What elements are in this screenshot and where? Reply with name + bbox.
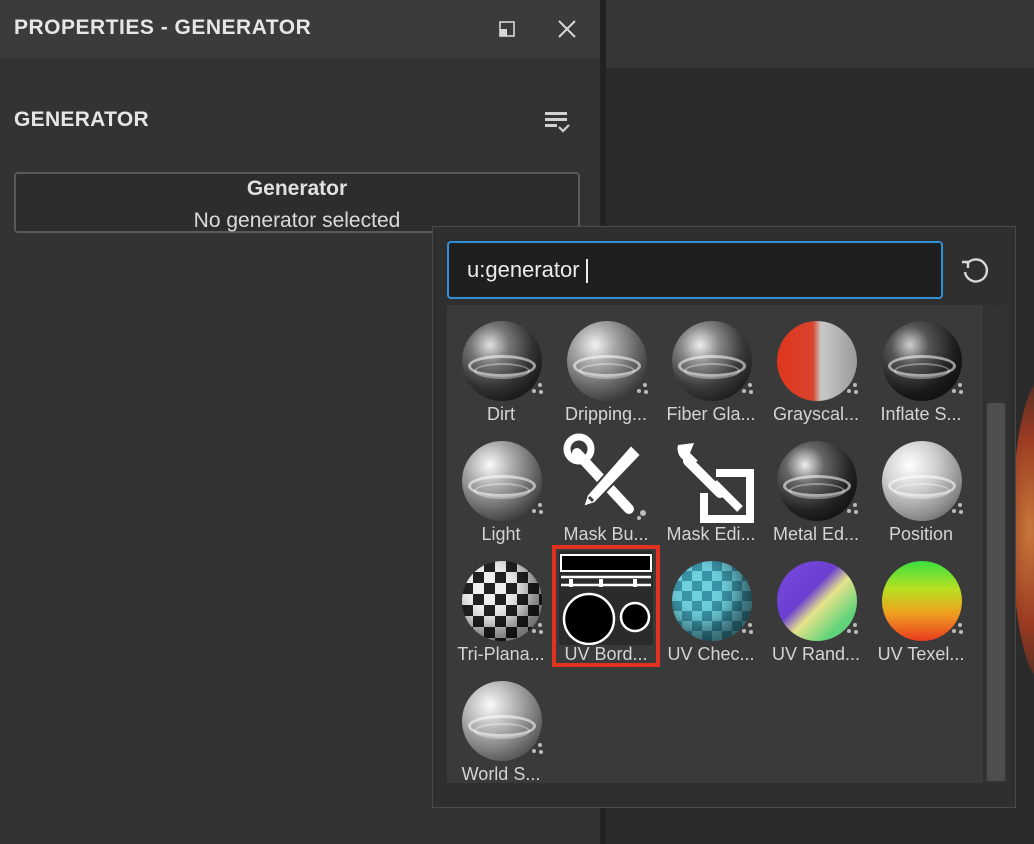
generator-badge-icon [952,383,964,395]
panel-header: PROPERTIES - GENERATOR [0,0,600,58]
restore-button[interactable] [492,14,522,44]
generator-badge-icon [532,383,544,395]
generator-tile-label: UV Chec... [667,644,755,664]
generator-badge-icon [637,383,649,395]
generator-tile-label: UV Rand... [771,644,861,664]
generator-badge-icon [847,383,859,395]
uv-border-icon [559,551,653,646]
generator-tile-label: Dripping... [564,404,648,424]
search-value: u:generator [467,257,580,282]
search-input[interactable]: u:generator [447,241,943,299]
generator-thumbnail [454,431,548,525]
generator-thumbnail [454,671,548,765]
generator-thumbnail [559,311,653,405]
mask-builder-icon [563,433,646,520]
close-icon [558,20,576,38]
generator-tile-dripping[interactable]: Dripping... [554,307,658,425]
generator-tile-label: UV Texel... [877,644,965,664]
refresh-button[interactable] [957,253,993,289]
refresh-icon [962,258,989,283]
generator-tile-label: Mask Edi... [666,524,756,544]
generator-tile-label: Fiber Gla... [666,404,756,424]
material-sphere [777,561,857,641]
sphere-ring [894,363,950,379]
generator-tile-uvborder[interactable]: UV Bord... [552,545,660,667]
generator-tile-light[interactable]: Light [449,427,553,545]
generator-badge-icon [847,503,859,515]
generator-tile-label: Position [888,524,954,544]
generator-thumbnail [874,311,968,405]
restore-icon [499,21,515,37]
generator-tile-position[interactable]: Position [869,427,973,545]
scrollbar[interactable] [985,305,1007,783]
material-sphere [672,561,752,641]
generator-thumbnail [664,311,758,405]
section-menu-button[interactable] [538,104,576,140]
generator-thumbnail [769,311,863,405]
generator-tile-label: Inflate S... [880,404,962,424]
generator-badge-icon [847,623,859,635]
generator-field[interactable]: Generator No generator selected [14,172,580,233]
generator-badge-icon [952,623,964,635]
sphere-ring [789,483,845,499]
generator-tile-label: Metal Ed... [772,524,860,544]
sphere-ring [579,363,635,379]
generator-tile-label: UV Bord... [564,644,648,664]
generator-badge-icon [742,383,754,395]
scrollbar-thumb[interactable] [987,403,1005,781]
generator-badge-icon [532,623,544,635]
viewport-toolbar [606,0,1034,68]
generator-thumbnail [769,431,863,525]
generator-tile-grayscale[interactable]: Grayscal... [764,307,868,425]
sphere-ring [684,363,740,379]
generator-tile-uvrandom[interactable]: UV Rand... [764,547,868,665]
generator-tile-label: World S... [461,764,541,783]
generator-tile-label: Light [481,524,521,544]
generator-tile-label: Mask Bu... [563,524,649,544]
generator-badge-icon [952,503,964,515]
close-button[interactable] [552,14,582,44]
generator-thumbnail [454,311,548,405]
generator-tile-label: Dirt [487,404,515,424]
generator-tile-dirt[interactable]: Dirt [449,307,553,425]
generator-tile-metal[interactable]: Metal Ed... [764,427,868,545]
generator-thumbnail [559,551,653,646]
list-menu-icon [545,112,570,133]
panel-title: PROPERTIES - GENERATOR [14,16,312,39]
generator-thumbnail [874,551,968,645]
sphere-ring [474,723,530,739]
generator-thumbnail [769,551,863,645]
generator-tile-maskbuilder[interactable]: Mask Bu... [554,427,658,545]
generator-tile-maskeditor[interactable]: Mask Edi... [659,427,763,545]
generator-thumbnail [664,431,758,525]
generator-label: Generator [246,177,348,200]
generator-tile-triplanar[interactable]: Tri-Plana... [449,547,553,665]
generator-tile-uvchecker[interactable]: UV Chec... [659,547,763,665]
sphere-ring [474,483,530,499]
sphere-ring [894,483,950,499]
generator-tile-uvtexel[interactable]: UV Texel... [869,547,973,665]
generator-thumbnail [559,431,653,525]
material-sphere [777,321,857,401]
material-sphere [462,561,542,641]
generator-thumbnail [454,551,548,645]
mask-editor-icon [677,443,754,523]
text-caret [585,259,588,284]
generator-picker-popup: u:generator Dirt Dripping... Fiber Gla... G… [432,226,1016,808]
generator-grid: Dirt Dripping... Fiber Gla... Grayscal... In… [447,305,983,783]
section-title: GENERATOR [14,108,149,131]
generator-tile-fiber[interactable]: Fiber Gla... [659,307,763,425]
generator-badge-icon [532,503,544,515]
generator-badge-icon [742,623,754,635]
generator-thumbnail [874,431,968,525]
material-sphere [882,561,962,641]
generator-tile-worldspace[interactable]: World S... [449,667,553,783]
generator-tile-label: Grayscal... [772,404,860,424]
generator-badge-icon [532,743,544,755]
generator-thumbnail [664,551,758,645]
generator-tile-label: Tri-Plana... [457,644,545,664]
generator-tile-inflate[interactable]: Inflate S... [869,307,973,425]
sphere-ring [474,363,530,379]
